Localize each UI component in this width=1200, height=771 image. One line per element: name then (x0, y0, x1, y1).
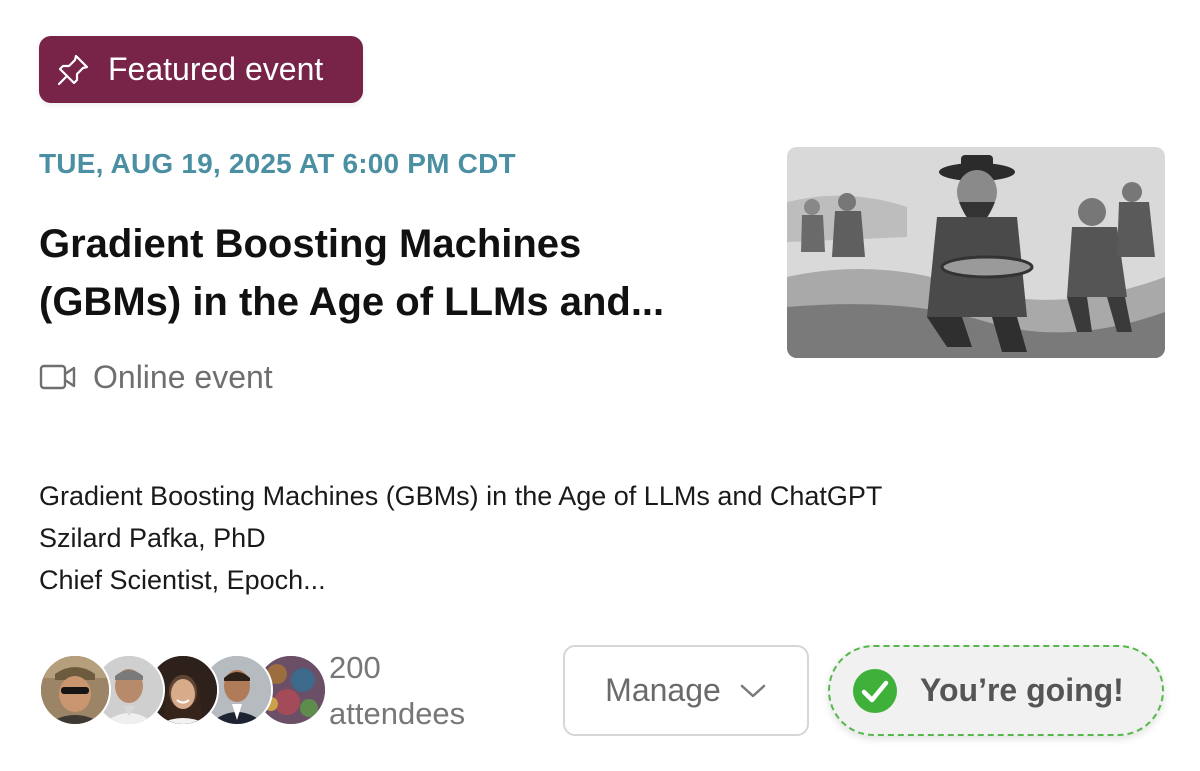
description-line: Gradient Boosting Machines (GBMs) in the… (39, 481, 883, 511)
featured-event-label: Featured event (108, 51, 324, 87)
chevron-down-icon (739, 682, 767, 700)
description-line: Szilard Pafka, PhD (39, 523, 266, 553)
event-title-line-2[interactable]: (GBMs) in the Age of LLMs and... (39, 273, 749, 331)
manage-button[interactable]: Manage (563, 645, 809, 736)
event-image[interactable] (787, 147, 1165, 358)
event-date: TUE, AUG 19, 2025 AT 6:00 PM CDT (39, 148, 516, 179)
pin-icon (55, 52, 91, 88)
video-camera-icon (39, 357, 79, 397)
event-location: Online event (39, 357, 273, 397)
manage-label: Manage (605, 672, 721, 708)
attendee-count-label[interactable]: attendees (329, 691, 465, 737)
attendee-count-number[interactable]: 200 (329, 645, 465, 691)
attendee-count[interactable]: 200 attendees (329, 645, 465, 737)
event-title[interactable]: Gradient Boosting Machines (GBMs) in the… (39, 215, 749, 331)
description-line: Chief Scientist, Epoch... (39, 565, 326, 595)
going-label: You’re going! (920, 672, 1124, 708)
location-text: Online event (93, 358, 273, 395)
avatar (39, 654, 111, 726)
check-circle-icon (852, 668, 898, 714)
featured-event-badge: Featured event (39, 36, 363, 103)
rsvp-going-button[interactable]: You’re going! (828, 645, 1164, 736)
event-description: Gradient Boosting Machines (GBMs) in the… (39, 475, 882, 601)
attendee-avatars[interactable] (39, 654, 327, 726)
event-title-line-1[interactable]: Gradient Boosting Machines (39, 215, 749, 273)
